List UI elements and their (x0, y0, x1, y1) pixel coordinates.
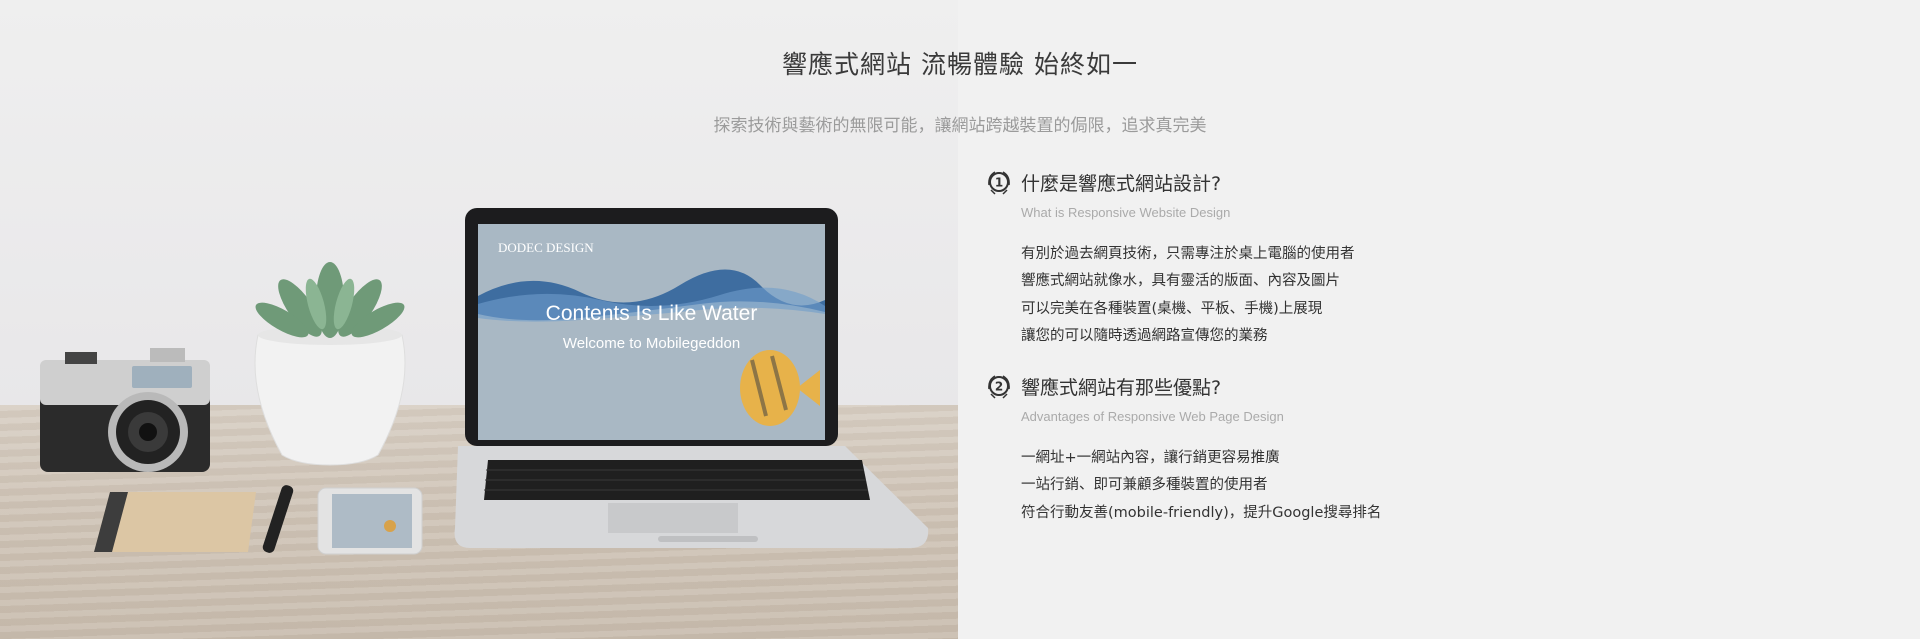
section-list: 一網址+一網站內容，讓行銷更容易推廣 一站行銷、即可兼顧多種裝置的使用者 符合行… (1021, 445, 1885, 527)
list-item: 有別於過去網頁技術，只需專注於桌上電腦的使用者 (1021, 246, 1355, 262)
phone-image (317, 487, 423, 555)
list-item: 一網址+一網站內容，讓行銷更容易推廣 (1021, 450, 1280, 467)
list-item: 讓您的可以隨時透過網路宣傳您的業務 (1021, 327, 1268, 344)
section-subtitle: Advantages of Responsive Web Page Design (1021, 409, 1284, 425)
hero-photo: DODEC DESIGN Contents Is Like Water Welc… (0, 0, 958, 639)
pen-image (262, 485, 294, 553)
section-title: 什麼是響應式網站設計? (1021, 172, 1222, 195)
laptop-image (454, 208, 929, 548)
plant-pot-image (254, 262, 406, 466)
section-title: 響應式網站有那些優點? (1021, 376, 1222, 399)
screen-tagline-text: Welcome to Mobilegeddon (562, 335, 741, 352)
camera-image (40, 348, 210, 472)
page-subtitle: 探索技術與藝術的無限可能，讓網站跨越裝置的侷限，追求真完美 (713, 116, 1207, 136)
section-header: 1 什麼是響應式網站設計? (985, 168, 1885, 196)
section-subtitle: What is Responsive Website Design (1021, 205, 1231, 220)
svg-text:2: 2 (995, 380, 1003, 394)
page-title: 響應式網站 流暢體驗 始終如一 (782, 50, 1138, 79)
notebook-image (94, 492, 256, 552)
svg-text:1: 1 (995, 176, 1003, 190)
list-item: 響應式網站就像水，具有靈活的版面、內容及圖片 (1021, 273, 1340, 290)
feature-content: 1 什麼是響應式網站設計? What is Responsive Website… (985, 168, 1885, 527)
section-header: 2 響應式網站有那些優點? (985, 372, 1885, 400)
number-2-icon: 2 (988, 375, 1010, 399)
number-1-icon: 1 (988, 171, 1010, 195)
list-item: 可以完美在各種裝置(桌機、平板、手機)上展現 (1021, 300, 1323, 317)
section-list: 有別於過去網頁技術，只需專注於桌上電腦的使用者 響應式網站就像水，具有靈活的版面… (1021, 241, 1885, 350)
list-item: 一站行銷、即可兼顧多種裝置的使用者 (1021, 477, 1268, 494)
section-what-is-rwd: 1 什麼是響應式網站設計? What is Responsive Website… (985, 168, 1885, 350)
section-advantages: 2 響應式網站有那些優點? Advantages of Responsive W… (985, 372, 1885, 527)
screen-brand-text: DODEC DESIGN (498, 240, 594, 255)
screen-headline-text: Contents Is Like Water (545, 302, 758, 325)
list-item: 符合行動友善(mobile-friendly)，提升Google搜尋排名 (1021, 504, 1382, 521)
